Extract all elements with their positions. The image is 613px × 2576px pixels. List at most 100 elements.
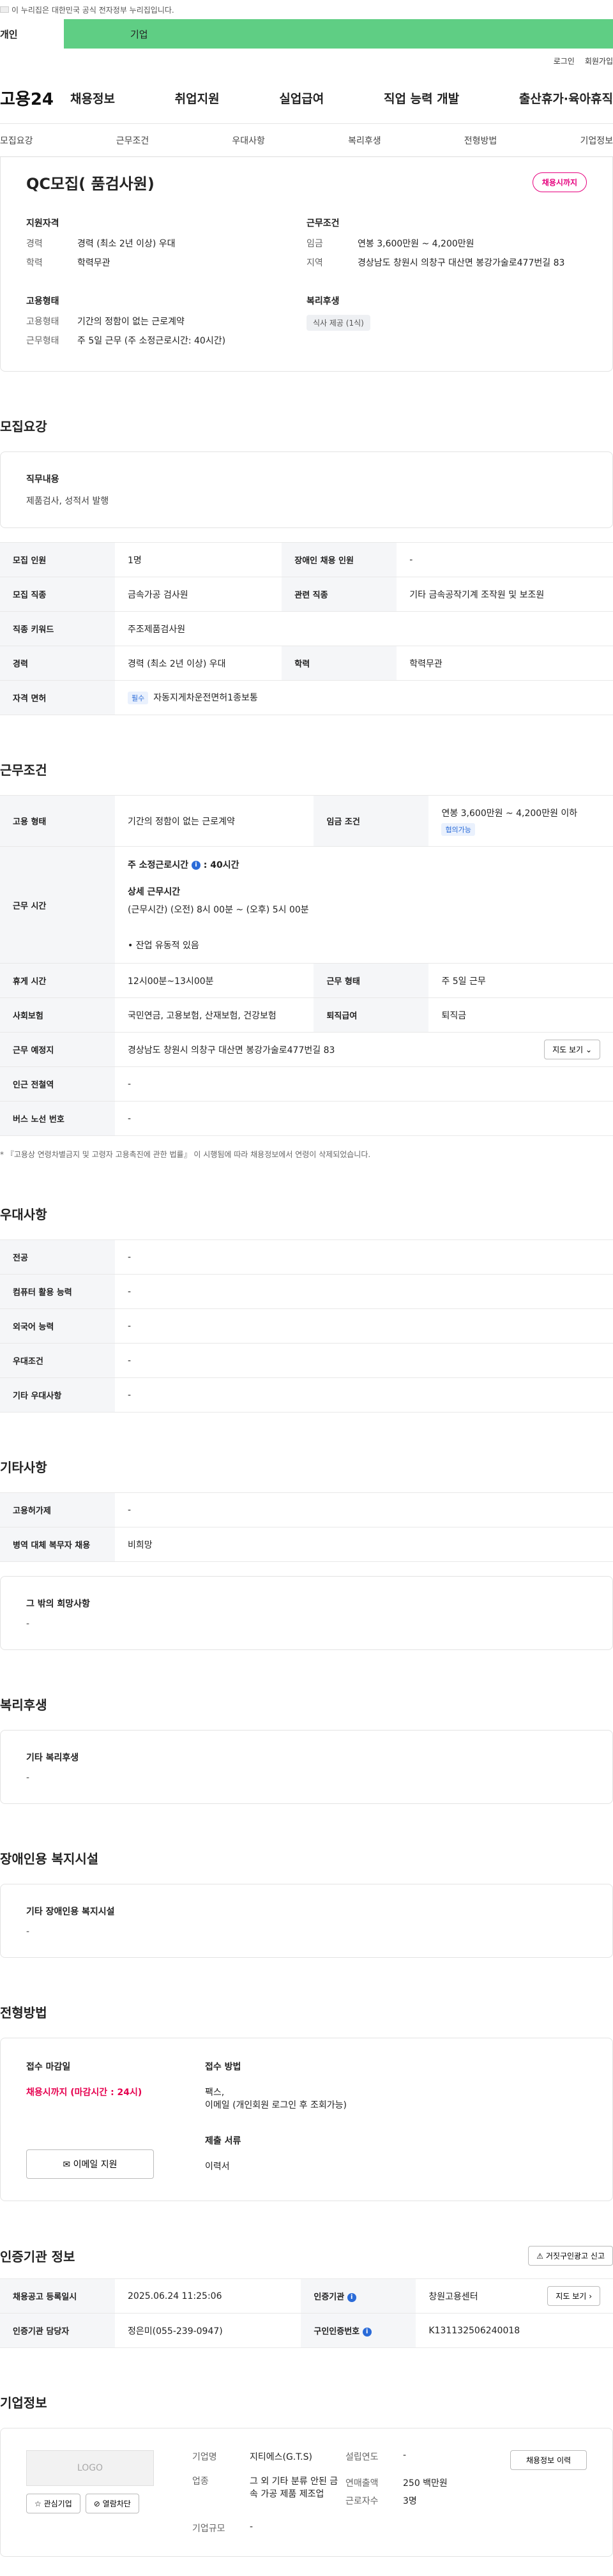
table-value: - xyxy=(115,1343,613,1378)
negotiable-tag: 협의가능 xyxy=(441,822,475,836)
table-key: 인증기관 i xyxy=(301,2278,416,2314)
tab-conditions[interactable]: 근무조건 xyxy=(116,134,149,147)
table-row: 컴퓨터 활용 능력 - xyxy=(0,1274,613,1309)
star-icon: ☆ xyxy=(34,2499,42,2508)
report-fake-ad-button[interactable]: ⚠ 거짓구인광고 신고 xyxy=(528,2246,613,2266)
info-icon[interactable]: i xyxy=(347,2292,356,2302)
welfare-chip: 식사 제공 (1식) xyxy=(306,315,370,331)
job-history-button[interactable]: 채용정보 이력 xyxy=(510,2450,587,2470)
summary-employment: 고용형태 고용형태 기간의 정함이 없는 근로계약 근무형태 주 5일 근무 (주 … xyxy=(26,294,306,353)
global-nav: 고용24 채용정보 취업지원 실업급여 직업 능력 개발 출산휴가·육아휴직 xyxy=(0,73,613,124)
table-row: 채용공고 등록일시 2025.06.24 11:25:06 인증기관 i 창원고… xyxy=(0,2278,613,2314)
company-info-grid: 기업명 지티에스(G.T.S) 설립연도 - 업종 그 외 기타 분류 안된 금속 가… xyxy=(192,2450,448,2534)
table-key: 자격 면허 xyxy=(0,680,115,715)
tab-preference[interactable]: 우대사항 xyxy=(232,134,265,147)
info-icon[interactable]: i xyxy=(191,861,201,870)
summary-work: 근무조건 임금 연봉 3,600만원 ~ 4,200만원 지역 경상남도 창원시 의… xyxy=(306,216,587,275)
table-value: 비희망 xyxy=(115,1527,613,1562)
table-value: - xyxy=(115,1101,613,1136)
map-button[interactable]: 지도 보기 ⌄ xyxy=(544,1040,600,1059)
tab-apply[interactable]: 전형방법 xyxy=(464,134,497,147)
table-row: 모집 직종 금속가공 검사원 관련 직종 기타 금속공작기계 조작원 및 보조원 xyxy=(0,577,613,612)
report-label: 거짓구인광고 신고 xyxy=(545,2252,605,2261)
company-box: LOGO ☆ 관심기업 ⊘ 열람차단 기업명 지티에스(G.T.S) 설립연도 - … xyxy=(0,2428,613,2557)
gov-notice-bar: 이 누리집은 대한민국 공식 전자정부 누리집입니다. xyxy=(0,0,613,19)
weekly-hours-label: 주 소정근로시간 xyxy=(128,860,189,870)
tab-person-label: 개인 xyxy=(0,28,18,40)
table-value: 정은미(055-239-0947) xyxy=(115,2313,301,2348)
deadline-text: 채용시까지 (마감시간 : 24시) xyxy=(26,2087,142,2098)
hours-detail: (근무시간) (오전) 8시 00분 ~ (오후) 5시 00분 xyxy=(128,905,309,915)
age-notice: * 『고용상 연령차별금지 및 고령자 고용촉진에 관한 법률』 이 시행됨에 … xyxy=(0,1150,371,1159)
table-key: 우대조건 xyxy=(0,1343,115,1378)
email-apply-label: 이메일 지원 xyxy=(73,2160,117,2170)
kv-value: 경상남도 창원시 의창구 대산면 봉강가술로477번길 83 xyxy=(358,258,565,268)
table-key: 고용허가제 xyxy=(0,1492,115,1527)
site-logo[interactable]: 고용24 xyxy=(0,86,70,110)
section-tabs: 모집요강 근무조건 우대사항 복리후생 전형방법 기업정보 xyxy=(0,124,613,157)
kv-key: 경력 xyxy=(26,239,43,249)
company-key: 연매출액 근로자수 xyxy=(345,2474,403,2510)
map-button-label: 지도 보기 xyxy=(556,2292,587,2301)
table-value: 경력 (최소 2년 이상) 우대 xyxy=(115,646,282,681)
email-apply-button[interactable]: ✉ 이메일 지원 xyxy=(26,2149,154,2179)
menu-job-info[interactable]: 채용정보 xyxy=(70,89,115,107)
disability-box: 기타 장애인용 복지시설 - xyxy=(0,1884,613,1958)
other-wishes-box: 그 밖의 희망사항 - xyxy=(0,1576,613,1650)
table-value: 필수 자동지게차운전면허1종보통 xyxy=(115,680,613,715)
block-icon: ⊘ xyxy=(93,2499,100,2508)
table-value: 연봉 3,600만원 ~ 4,200만원 이하 협의가능 xyxy=(428,795,613,847)
signup-link[interactable]: 회원가입 xyxy=(585,56,613,66)
map-button-label: 지도 보기 xyxy=(552,1045,584,1054)
favorite-company-button[interactable]: ☆ 관심기업 xyxy=(26,2494,80,2513)
tab-company[interactable]: 기업 xyxy=(64,19,613,49)
table-key: 퇴직급여 xyxy=(314,997,429,1033)
menu-unemployment-benefit[interactable]: 실업급여 xyxy=(279,89,324,107)
work-place: 경상남도 창원시 의창구 대산면 봉강가술로477번길 83 xyxy=(128,1045,335,1056)
agency-section-title: 인증기관 정보 xyxy=(0,2249,75,2264)
apply-box: 접수 마감일 채용시까지 (마감시간 : 24시) ✉ 이메일 지원 접수 방법… xyxy=(0,2038,613,2201)
method-text: 팩스, xyxy=(205,2087,225,2098)
table-key: 관련 직종 xyxy=(282,577,397,612)
method-heading: 접수 방법 xyxy=(205,2062,241,2072)
other-wishes-heading: 그 밖의 희망사항 xyxy=(26,1599,90,1609)
block-view-button[interactable]: ⊘ 열람차단 xyxy=(85,2494,139,2513)
table-value: 금속가공 검사원 xyxy=(115,577,282,612)
menu-vocational-training[interactable]: 직업 능력 개발 xyxy=(384,89,459,107)
table-key: 기타 우대사항 xyxy=(0,1377,115,1413)
table-value: K131132506240018 xyxy=(416,2313,613,2348)
login-link[interactable]: 로그인 xyxy=(554,56,575,66)
table-value: 주 소정근로시간 i : 40시간 상세 근무시간 (근무시간) (오전) 8시… xyxy=(115,846,613,964)
menu-parental-leave[interactable]: 출산휴가·육아휴직 xyxy=(519,89,613,107)
disability-heading: 기타 장애인용 복지시설 xyxy=(26,1907,115,1917)
tab-welfare[interactable]: 복리후생 xyxy=(348,134,381,147)
menu-employment-support[interactable]: 취업지원 xyxy=(175,89,220,107)
table-row: 병역 대체 복무자 채용 비희망 xyxy=(0,1527,613,1562)
tab-recruit[interactable]: 모집요강 xyxy=(0,134,33,147)
table-row: 근무 시간 주 소정근로시간 i : 40시간 상세 근무시간 (근무시간) (… xyxy=(0,846,613,964)
company-name: 지티에스(G.T.S) xyxy=(250,2452,312,2462)
agency-map-button[interactable]: 지도 보기 › xyxy=(547,2286,600,2306)
kv-key: 근무형태 xyxy=(26,336,59,346)
table-row: 휴게 시간 12시00분~13시00분 근무 형태 주 5일 근무 xyxy=(0,963,613,998)
chevron-down-icon: ⌄ xyxy=(585,1045,592,1054)
table-value: 경상남도 창원시 의창구 대산면 봉강가술로477번길 83 지도 보기 ⌄ xyxy=(115,1032,613,1067)
table-row: 직종 키워드 주조제품검사원 xyxy=(0,611,613,646)
table-key: 외국어 능력 xyxy=(0,1308,115,1344)
deadline-heading: 접수 마감일 xyxy=(26,2062,71,2072)
summary-employment-heading: 고용형태 xyxy=(26,296,59,307)
hours-note: • 잔업 유동적 있음 xyxy=(128,941,199,951)
job-summary-card: QC모집( 품검사원) 채용시까지 지원자격 경력 경력 (최소 2년 이상) 우… xyxy=(0,157,613,372)
kv-value: 학력무관 xyxy=(77,258,110,268)
table-key: 장애인 채용 인원 xyxy=(282,542,397,577)
table-key: 버스 노선 번호 xyxy=(0,1101,115,1136)
table-value: 기간의 정함이 없는 근로계약 xyxy=(115,795,314,847)
info-icon[interactable]: i xyxy=(362,2327,372,2337)
table-value: 국민연금, 고용보험, 산재보험, 건강보험 xyxy=(115,997,314,1033)
company-size: - xyxy=(250,2522,254,2532)
tab-person[interactable]: 개인 xyxy=(0,19,64,49)
tab-company[interactable]: 기업정보 xyxy=(580,134,613,147)
table-key: 근무 형태 xyxy=(314,963,429,998)
staff-value: 3명 xyxy=(403,2496,417,2506)
table-value: - xyxy=(115,1239,613,1275)
